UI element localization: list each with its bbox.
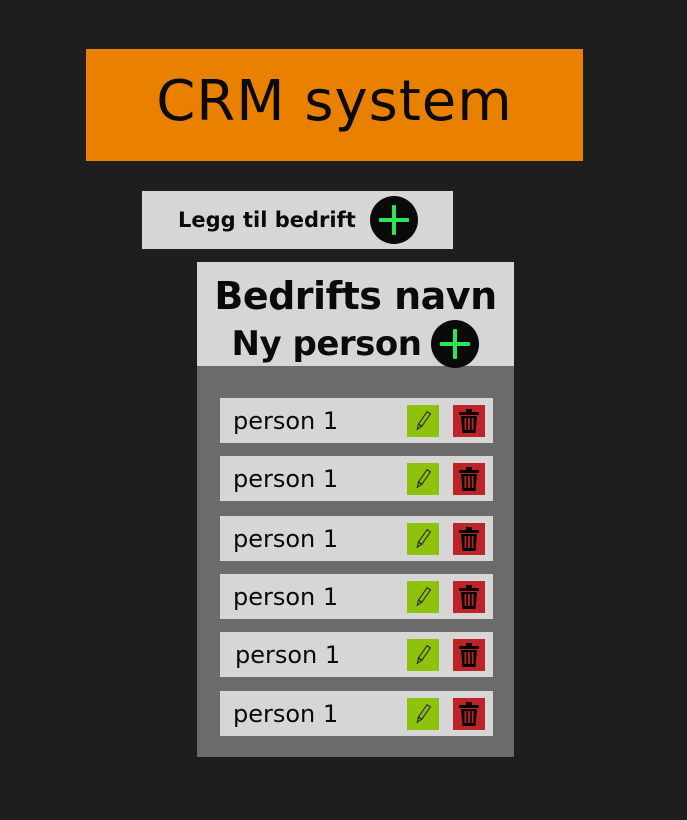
- delete-person-button[interactable]: [453, 462, 485, 495]
- company-card: Bedrifts navn Ny person person 1 person …: [197, 262, 514, 757]
- person-name: person 1: [233, 406, 339, 435]
- pencil-icon: [416, 703, 432, 724]
- trash-icon: [459, 466, 479, 491]
- delete-person-button[interactable]: [453, 697, 485, 730]
- plus-circle-icon: [431, 320, 480, 368]
- pencil-icon: [416, 644, 432, 665]
- person-row: person 1: [220, 398, 493, 443]
- plus-circle-icon: [369, 196, 418, 244]
- edit-person-button[interactable]: [407, 638, 439, 671]
- person-name: person 1: [233, 464, 339, 493]
- company-header: Bedrifts navn Ny person: [197, 262, 514, 368]
- trash-icon: [459, 526, 479, 551]
- delete-person-button[interactable]: [453, 404, 485, 437]
- delete-person-button[interactable]: [453, 580, 485, 613]
- person-row: person 1: [220, 632, 493, 677]
- edit-person-button[interactable]: [407, 580, 439, 613]
- app-title: CRM system: [156, 69, 513, 134]
- person-row: person 1: [220, 691, 493, 736]
- trash-icon: [459, 642, 479, 667]
- person-row: person 1: [220, 456, 493, 501]
- new-person-button[interactable]: Ny person: [197, 320, 514, 368]
- company-name: Bedrifts navn: [214, 274, 497, 318]
- trash-icon: [459, 584, 479, 609]
- person-row: person 1: [220, 574, 493, 619]
- edit-person-button[interactable]: [407, 462, 439, 495]
- edit-person-button[interactable]: [407, 697, 439, 730]
- crm-app: CRM system Legg til bedrift Bedrifts nav…: [0, 0, 687, 820]
- delete-person-button[interactable]: [453, 638, 485, 671]
- add-company-button[interactable]: Legg til bedrift: [142, 191, 453, 249]
- app-header: CRM system: [86, 49, 583, 161]
- pencil-icon: [416, 528, 432, 549]
- add-company-label: Legg til bedrift: [178, 208, 356, 232]
- pencil-icon: [416, 586, 432, 607]
- person-name: person 1: [233, 524, 339, 553]
- delete-person-button[interactable]: [453, 522, 485, 555]
- person-name: person 1: [233, 582, 339, 611]
- pencil-icon: [416, 468, 432, 489]
- person-name: person 1: [233, 699, 339, 728]
- person-name: person 1: [235, 640, 341, 669]
- trash-icon: [459, 408, 479, 433]
- new-person-label: Ny person: [231, 324, 422, 364]
- edit-person-button[interactable]: [407, 522, 439, 555]
- person-row: person 1: [220, 516, 493, 561]
- trash-icon: [459, 701, 479, 726]
- edit-person-button[interactable]: [407, 404, 439, 437]
- pencil-icon: [416, 410, 432, 431]
